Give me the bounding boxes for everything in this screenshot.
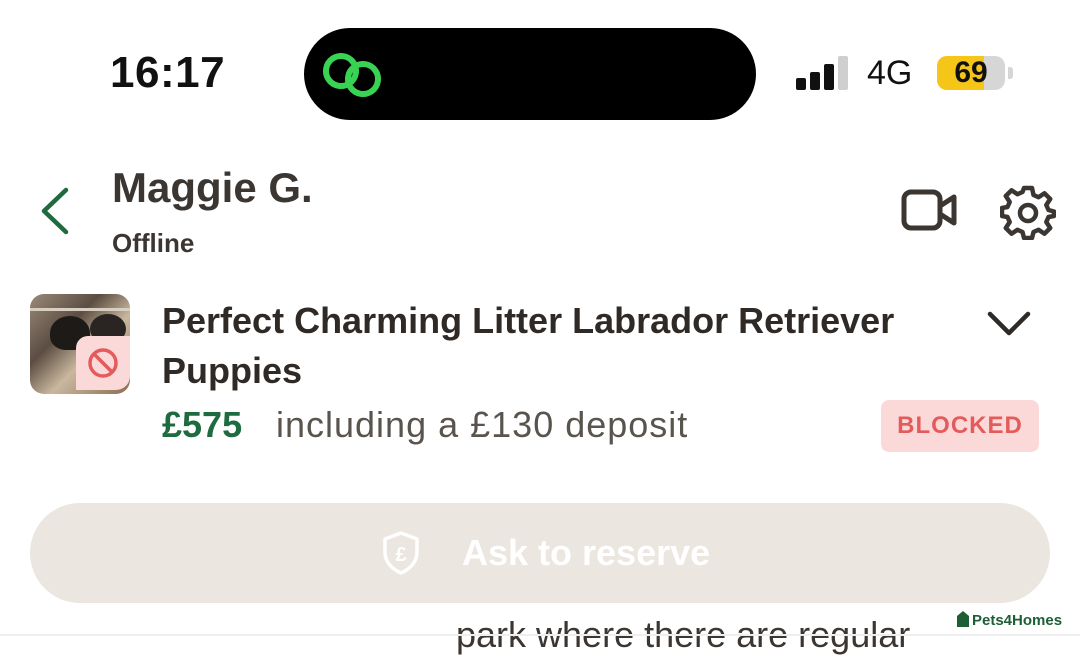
listing-title[interactable]: Perfect Charming Litter Labrador Retriev…	[162, 296, 972, 396]
contact-name[interactable]: Maggie G.	[112, 164, 313, 212]
battery-indicator: 69	[937, 56, 1005, 90]
video-camera-icon[interactable]	[900, 186, 958, 234]
shield-pound-icon: £	[383, 531, 419, 575]
chevron-left-icon[interactable]	[36, 186, 76, 236]
link-rings-icon	[323, 53, 381, 97]
chevron-down-icon[interactable]	[986, 308, 1032, 338]
battery-nub	[1008, 67, 1013, 79]
blocked-overlay	[76, 336, 130, 390]
pets4homes-watermark: Pets4Homes	[956, 610, 1062, 632]
prohibited-icon	[88, 348, 118, 378]
network-type: 4G	[867, 54, 913, 92]
contact-status: Offline	[112, 228, 195, 258]
paw-house-icon	[957, 611, 969, 627]
listing-thumbnail[interactable]	[30, 294, 130, 394]
listing-price: £575	[162, 404, 243, 445]
signal-strength-icon	[796, 54, 850, 90]
divider	[0, 634, 1080, 636]
status-time: 16:17	[110, 48, 226, 97]
watermark-text: Pets4Homes	[972, 612, 1063, 629]
price-note: including a £130 deposit	[276, 404, 689, 445]
ask-to-reserve-label: Ask to reserve	[462, 532, 711, 573]
status-badge: BLOCKED	[881, 400, 1039, 452]
battery-level: 69	[954, 56, 988, 89]
gear-icon[interactable]	[1000, 184, 1056, 240]
svg-text:£: £	[395, 544, 406, 566]
